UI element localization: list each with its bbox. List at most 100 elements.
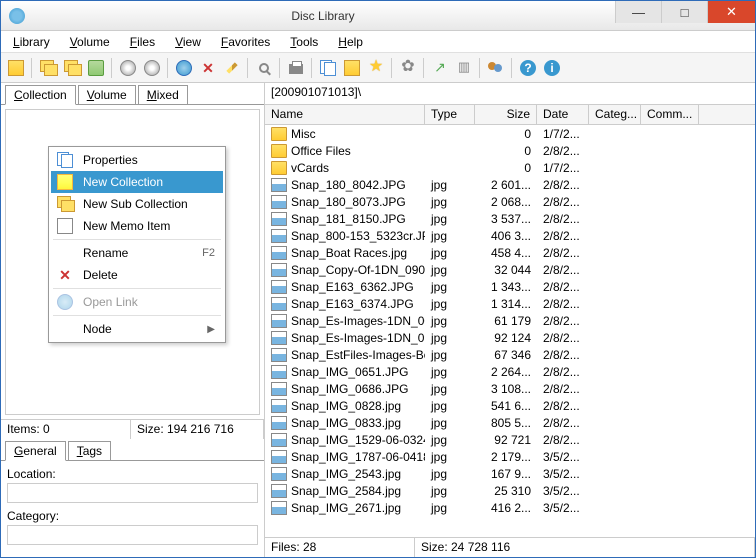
file-row[interactable]: Snap_IMG_2543.jpgjpg167 9...3/5/2... [265,465,755,482]
file-row[interactable]: Snap_180_8042.JPGjpg2 601...2/8/2... [265,176,755,193]
file-name: Snap_E163_6362.JPG [291,280,414,294]
location-field[interactable] [7,483,258,503]
about-button[interactable]: i [541,57,563,79]
menu-item-label: New Collection [83,175,215,189]
maximize-button[interactable]: □ [661,1,707,23]
tab-tags[interactable]: Tags [68,441,111,460]
menu-item-label: Rename [83,246,194,260]
file-row[interactable]: Snap_EstFiles-Images-Boat R...jpg67 3462… [265,346,755,363]
file-name: vCards [291,161,329,175]
file-size: 0 [475,161,537,175]
file-size: 2 068... [475,195,537,209]
file-row[interactable]: Snap_800-153_5323cr.JPGjpg406 3...2/8/2.… [265,227,755,244]
column-header-name[interactable]: Name [265,105,425,124]
menu-view[interactable]: View [169,33,207,51]
file-row[interactable]: Office Files02/8/2... [265,142,755,159]
column-header-date[interactable]: Date [537,105,589,124]
file-row[interactable]: Misc01/7/2... [265,125,755,142]
file-row[interactable]: Snap_Es-Images-1DN_0905-...jpg92 1242/8/… [265,329,755,346]
column-header-categ[interactable]: Categ... [589,105,641,124]
menu-tools[interactable]: Tools [284,33,324,51]
file-date: 3/5/2... [537,467,589,481]
minimize-button[interactable]: — [615,1,661,23]
open-button[interactable] [5,57,27,79]
menu-item-node[interactable]: Node▶ [51,318,223,340]
close-button[interactable]: ✕ [707,1,755,23]
menu-item-properties[interactable]: Properties [51,149,223,171]
file-row[interactable]: Snap_Boat Races.jpgjpg458 4...2/8/2... [265,244,755,261]
file-date: 2/8/2... [537,365,589,379]
file-row[interactable]: Snap_IMG_1529-06-0324.JPGjpg92 7212/8/2.… [265,431,755,448]
help-button[interactable]: ? [517,57,539,79]
column-header-comm[interactable]: Comm... [641,105,699,124]
menu-item-new-sub-collection[interactable]: New Sub Collection [51,193,223,215]
file-list[interactable]: NameTypeSizeDateCateg...Comm... Misc01/7… [265,105,755,537]
file-row[interactable]: Snap_180_8073.JPGjpg2 068...2/8/2... [265,193,755,210]
file-size: 805 5... [475,416,537,430]
file-row[interactable]: Snap_E163_6374.JPGjpg1 314...2/8/2... [265,295,755,312]
file-row[interactable]: Snap_E163_6362.JPGjpg1 343...2/8/2... [265,278,755,295]
favorite-button[interactable]: ★ [365,57,387,79]
file-row[interactable]: vCards01/7/2... [265,159,755,176]
tab-mixed[interactable]: Mixed [138,85,188,104]
file-date: 3/5/2... [537,484,589,498]
file-row[interactable]: Snap_IMG_0686.JPGjpg3 108...2/8/2... [265,380,755,397]
image-icon [271,195,287,209]
file-row[interactable]: Snap_IMG_0651.JPGjpg2 264...2/8/2... [265,363,755,380]
print-button[interactable] [285,57,307,79]
folder-icon [271,144,287,158]
context-menu: Properties New Collection New Sub Collecti… [48,146,226,343]
file-type: jpg [425,280,475,294]
menu-library[interactable]: Library [7,33,56,51]
view-button[interactable]: ▥ [453,57,475,79]
subfolder-icon [57,196,73,212]
file-row[interactable]: Snap_IMG_2584.jpgjpg25 3103/5/2... [265,482,755,499]
tab-volume[interactable]: Volume [78,85,136,104]
items-size: Size: 194 216 716 [131,420,264,439]
category-field[interactable] [7,525,258,545]
new-subcollection-button[interactable] [61,57,83,79]
volume-button[interactable] [85,57,107,79]
tab-collection[interactable]: Collection [5,85,76,105]
column-header-type[interactable]: Type [425,105,475,124]
web-button[interactable] [173,57,195,79]
edit-button[interactable] [221,57,243,79]
file-name: Snap_IMG_0651.JPG [291,365,408,379]
file-row[interactable]: Snap_Es-Images-1DN_0023-...jpg61 1792/8/… [265,312,755,329]
settings-button[interactable]: ✿ [397,57,419,79]
new-collection-button[interactable] [37,57,59,79]
menu-help[interactable]: Help [332,33,369,51]
doc-button[interactable] [317,57,339,79]
search-button[interactable] [253,57,275,79]
menu-item-new-collection[interactable]: New Collection [51,171,223,193]
file-row[interactable]: Snap_IMG_0833.jpgjpg805 5...2/8/2... [265,414,755,431]
file-size: 416 2... [475,501,537,515]
file-size: 167 9... [475,467,537,481]
menu-volume[interactable]: Volume [64,33,116,51]
file-row[interactable]: Snap_IMG_2671.jpgjpg416 2...3/5/2... [265,499,755,516]
file-row[interactable]: Snap_IMG_1787-06-0418.JPGjpg2 179...3/5/… [265,448,755,465]
tab-general[interactable]: General [5,441,66,461]
language-button[interactable] [485,57,507,79]
file-name: Snap_EstFiles-Images-Boat R... [291,348,425,362]
export-button[interactable]: ↗ [429,57,451,79]
separator [391,58,393,78]
menu-favorites[interactable]: Favorites [215,33,276,51]
file-row[interactable]: Snap_181_8150.JPGjpg3 537...2/8/2... [265,210,755,227]
menu-item-rename[interactable]: RenameF2 [51,242,223,264]
folder-open-button[interactable] [341,57,363,79]
disc-button[interactable] [117,57,139,79]
separator [167,58,169,78]
file-size: 541 6... [475,399,537,413]
column-header-size[interactable]: Size [475,105,537,124]
delete-button[interactable]: ✕ [197,57,219,79]
menu-item-delete[interactable]: ✕Delete [51,264,223,286]
toolbar: ✕ ★ ✿ ↗ ▥ ? i [1,53,755,83]
menu-files[interactable]: Files [124,33,161,51]
disc-button-2[interactable] [141,57,163,79]
file-row[interactable]: Snap_Copy-Of-1DN_0905-06...jpg32 0442/8/… [265,261,755,278]
file-date: 2/8/2... [537,416,589,430]
menu-item-new-memo-item[interactable]: New Memo Item [51,215,223,237]
file-name: Office Files [291,144,351,158]
file-row[interactable]: Snap_IMG_0828.jpgjpg541 6...2/8/2... [265,397,755,414]
